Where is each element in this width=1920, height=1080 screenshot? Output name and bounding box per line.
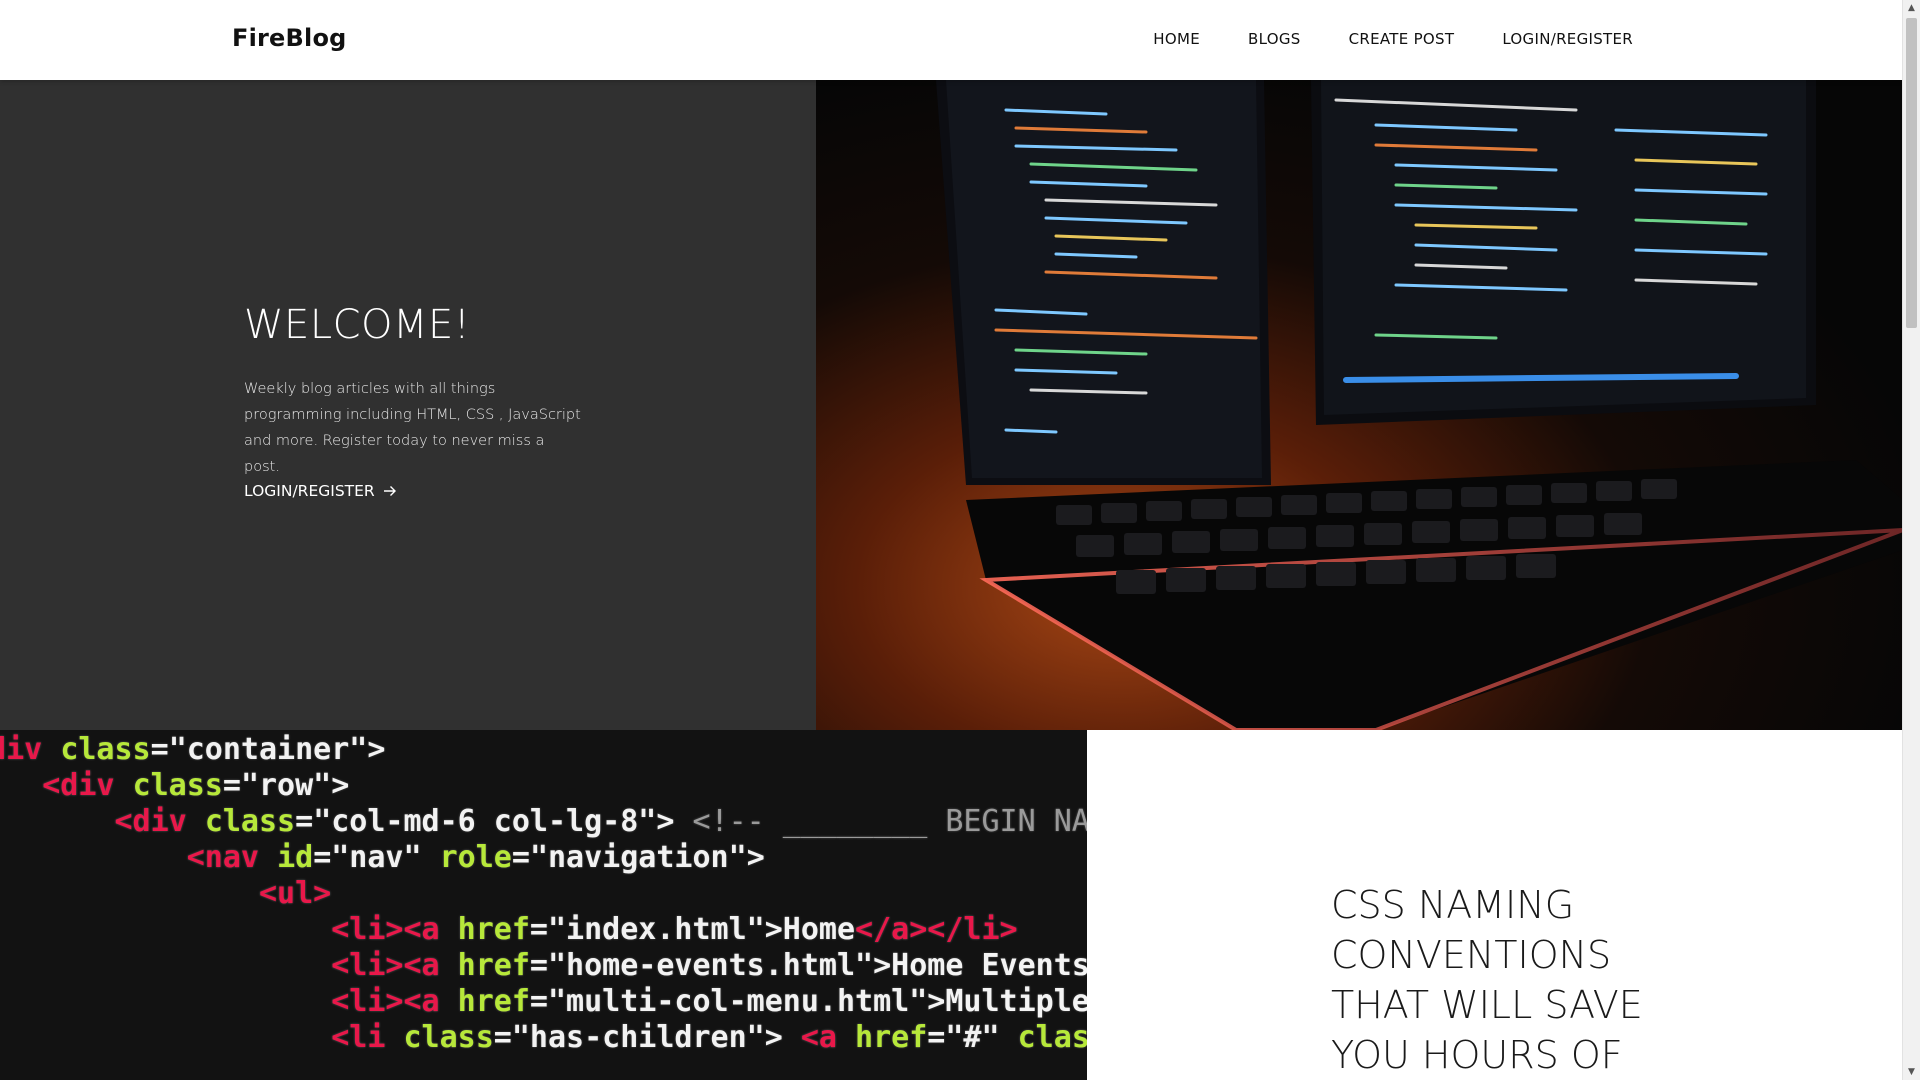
page-scrollbar[interactable]: ▲ ▼ bbox=[1902, 0, 1920, 1080]
hero-link-label: LOGIN/REGISTER bbox=[244, 482, 375, 500]
post-image[interactable]: <div class="container"> <div class="row"… bbox=[0, 730, 1087, 1080]
hero-image bbox=[816, 80, 1903, 730]
scroll-up-icon[interactable]: ▲ bbox=[1903, 0, 1920, 16]
site-header: FireBlog HOME BLOGS CREATE POST LOGIN/RE… bbox=[0, 0, 1903, 80]
post-card: CSS NAMING CONVENTIONS THAT WILL SAVE YO… bbox=[1087, 730, 1903, 1080]
nav-home-link[interactable]: HOME bbox=[1153, 30, 1200, 48]
code-screenshot-illustration: <div class="container"> <div class="row"… bbox=[0, 732, 1087, 1055]
arrow-right-icon bbox=[383, 486, 396, 496]
nav-login-register-link[interactable]: LOGIN/REGISTER bbox=[1502, 30, 1633, 48]
scrollbar-thumb[interactable] bbox=[1906, 18, 1917, 328]
computer-setup-illustration bbox=[936, 80, 1903, 730]
nav-blogs-link[interactable]: BLOGS bbox=[1248, 30, 1301, 48]
main-nav: HOME BLOGS CREATE POST LOGIN/REGISTER bbox=[1153, 30, 1633, 48]
post-title[interactable]: CSS NAMING CONVENTIONS THAT WILL SAVE YO… bbox=[1331, 880, 1671, 1080]
welcome-title: WELCOME! bbox=[244, 302, 471, 348]
welcome-description: Weekly blog articles with all things pro… bbox=[244, 381, 581, 475]
site-logo[interactable]: FireBlog bbox=[232, 24, 347, 52]
welcome-section: WELCOME! Weekly blog articles with all t… bbox=[0, 80, 816, 730]
hero-login-register-link[interactable]: LOGIN/REGISTER bbox=[244, 482, 397, 500]
nav-create-post-link[interactable]: CREATE POST bbox=[1349, 30, 1455, 48]
scroll-down-icon[interactable]: ▼ bbox=[1903, 1064, 1920, 1080]
